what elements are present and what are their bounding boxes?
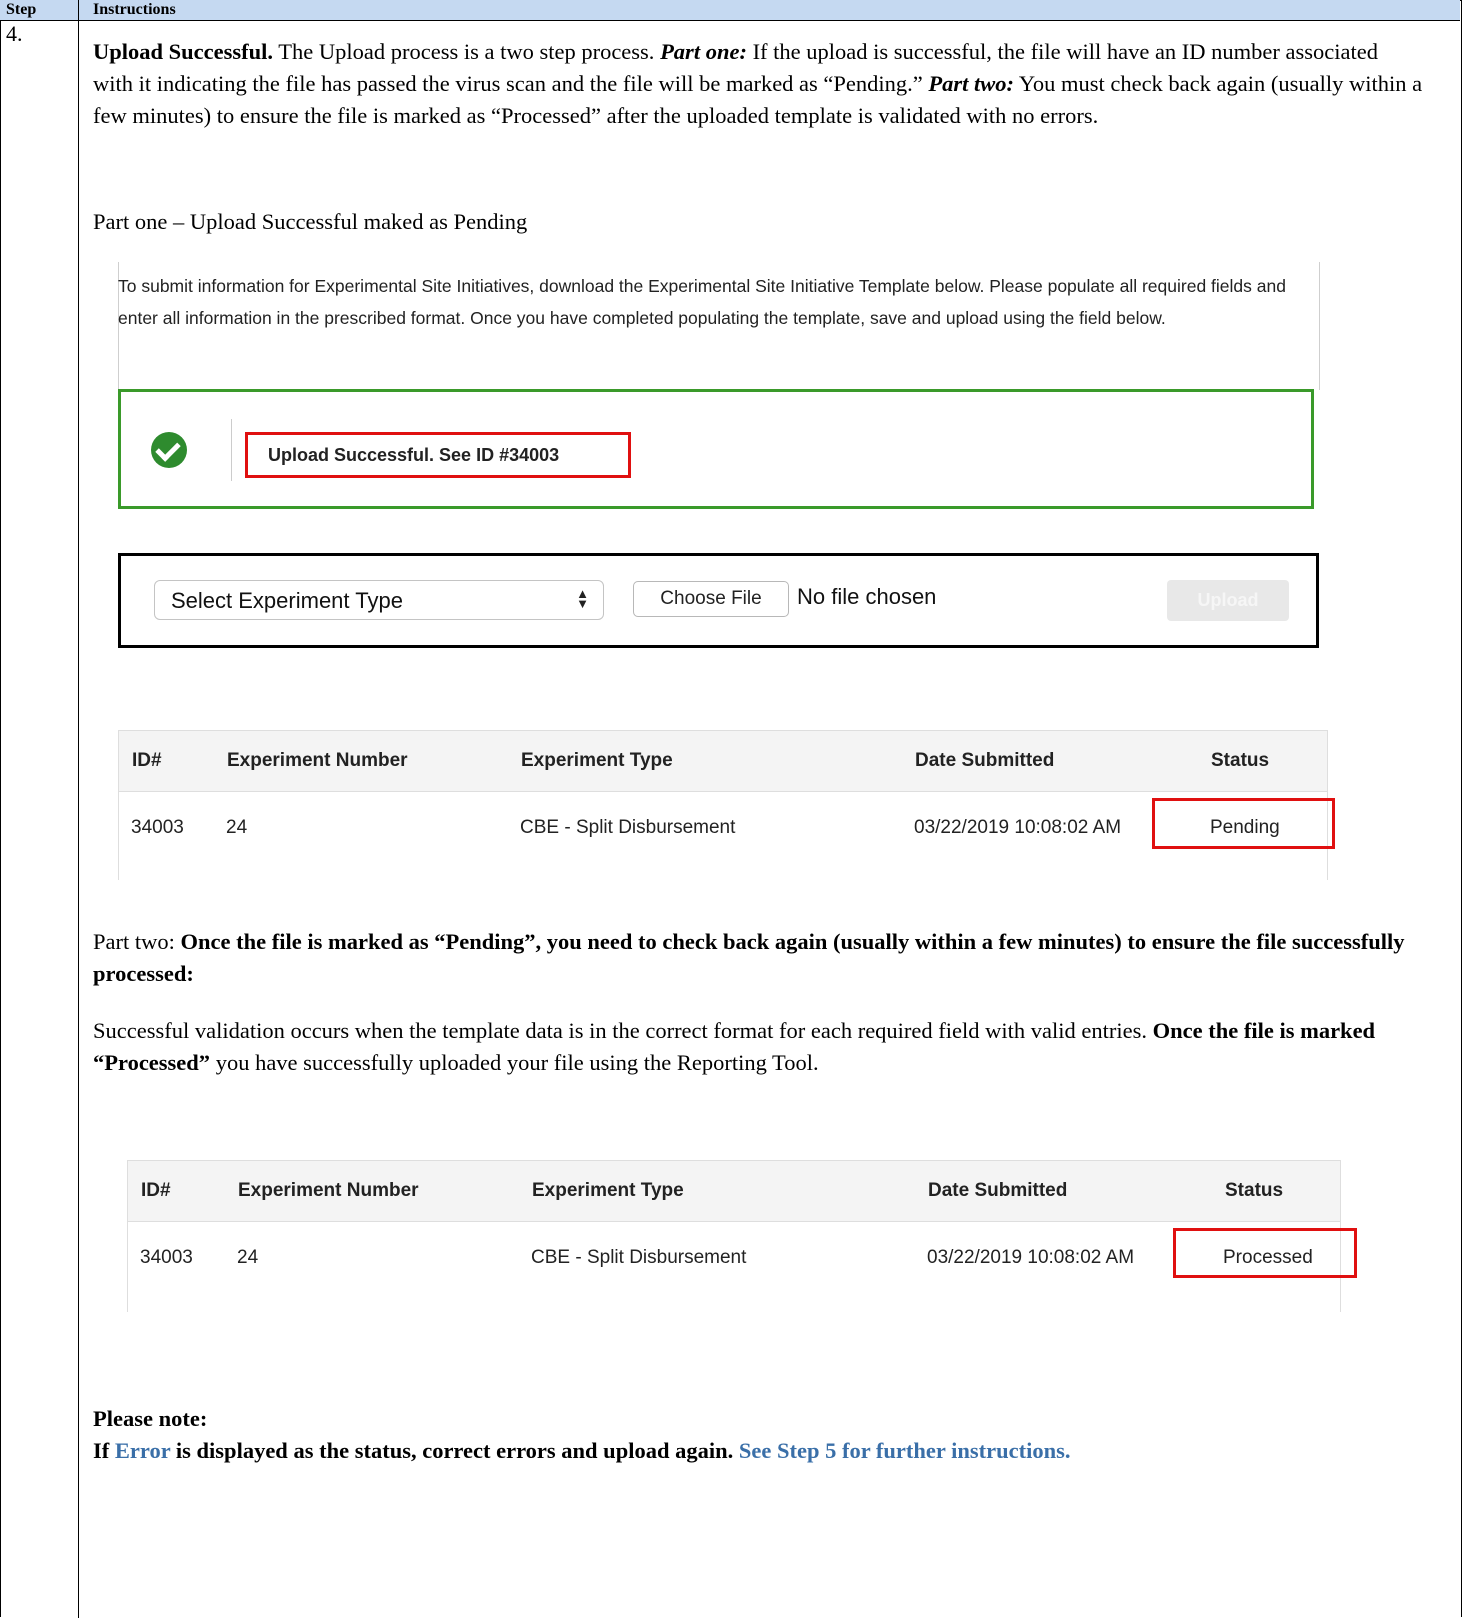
upload-intro-text: To submit information for Experimental S… [118,276,1286,328]
col-experiment-number: Experiment Number [238,1180,419,1201]
cell-status-processed: Processed [1223,1247,1313,1268]
col-id: ID# [132,750,162,771]
cell-status-pending: Pending [1210,817,1280,838]
cell-type: CBE - Split Disbursement [520,817,736,838]
cell-date: 03/22/2019 10:08:02 AM [927,1247,1135,1268]
select-label: Select Experiment Type [171,588,403,613]
no-file-label: No file chosen [797,584,937,609]
note-title: Please note: [93,1403,207,1435]
submissions-table-processed: ID# Experiment Number Experiment Type Da… [127,1160,1357,1312]
part-two-label: Part two: [928,71,1015,96]
validation-text-1: Successful validation occurs when the te… [93,1018,1153,1043]
success-alert: Upload Successful. See ID #34003 [118,389,1314,509]
col-status: Status [1211,750,1270,771]
step5-link[interactable]: See Step 5 for further instructions. [739,1438,1071,1463]
cell-id: 34003 [131,817,184,838]
step-number: 4. [6,21,23,46]
intro-paragraph: Upload Successful. The Upload process is… [93,36,1423,132]
cell-date: 03/22/2019 10:08:02 AM [914,817,1122,838]
table-header-row: Step Instructions [0,0,1460,21]
col-date-submitted: Date Submitted [928,1180,1068,1201]
select-arrows-icon: ▲ ▼ [576,586,589,611]
cell-number: 24 [237,1247,259,1268]
submissions-table-pending: ID# Experiment Number Experiment Type Da… [118,730,1335,880]
part-two-paragraph: Part two: Once the file is marked as “Pe… [93,926,1433,990]
header-instructions: Instructions [93,1,176,18]
para-lead: Upload Successful. [93,39,274,64]
col-experiment-type: Experiment Type [521,750,673,771]
panel-right-edge [1319,262,1320,390]
col-status: Status [1225,1180,1284,1201]
col-experiment-type: Experiment Type [532,1180,684,1201]
upload-button[interactable]: Upload [1167,580,1289,621]
table-header: ID# Experiment Number Experiment Type Da… [118,730,1328,792]
note-body: If Error is displayed as the status, cor… [93,1435,1433,1467]
note-mid: is displayed as the status, correct erro… [170,1438,739,1463]
check-circle-icon [151,432,187,468]
part-two-bold: Once the file is marked as “Pending”, yo… [93,929,1405,986]
part-one-caption: Part one – Upload Successful maked as Pe… [93,209,528,234]
table-left-border [127,1222,128,1312]
upload-page-screenshot: To submit information for Experimental S… [118,262,1328,654]
header-step: Step [6,1,37,18]
cell-type: CBE - Split Disbursement [531,1247,747,1268]
success-message-highlight: Upload Successful. See ID #34003 [245,432,631,478]
choose-file-button[interactable]: Choose File [633,581,789,617]
table-left-border [118,792,119,880]
validation-text-2: you have successfully uploaded your file… [210,1050,819,1075]
para-text-1: The Upload process is a two step process… [273,39,661,64]
col-date-submitted: Date Submitted [915,750,1055,771]
cell-id: 34003 [140,1247,193,1268]
note-title-text: Please note: [93,1406,208,1431]
note-if: If [93,1438,115,1463]
col-experiment-number: Experiment Number [227,750,408,771]
success-message: Upload Successful. See ID #34003 [268,445,560,465]
cell-number: 24 [226,817,248,838]
upload-form: Select Experiment Type ▲ ▼ Choose File No… [118,553,1319,648]
table-header: ID# Experiment Number Experiment Type Da… [127,1160,1341,1222]
part-two-lead: Part two: [93,929,181,954]
experiment-type-select[interactable]: Select Experiment Type ▲ ▼ [154,580,604,620]
part-one-label: Part one: [660,39,747,64]
validation-paragraph: Successful validation occurs when the te… [93,1015,1433,1079]
alert-separator [231,419,232,481]
column-divider [78,0,79,1618]
error-keyword: Error [114,1438,171,1463]
col-id: ID# [141,1180,171,1201]
